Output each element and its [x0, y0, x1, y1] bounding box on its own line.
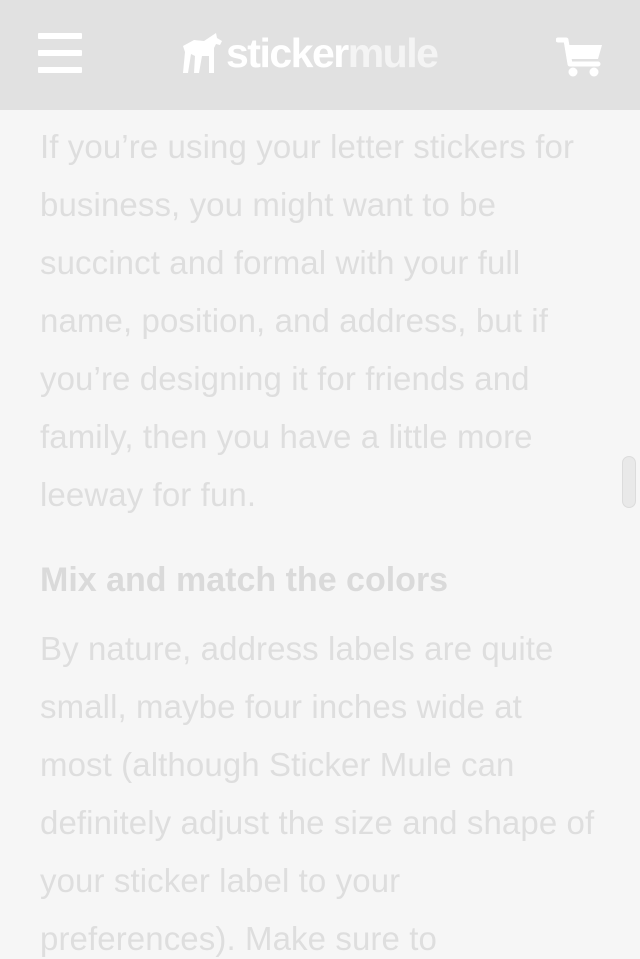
- logo-text-sticker: sticker: [226, 29, 349, 76]
- hamburger-menu-icon[interactable]: [38, 33, 82, 73]
- top-navigation-bar: stickermule: [0, 0, 640, 110]
- cart-glyph: [555, 37, 602, 77]
- shopping-cart-icon[interactable]: [555, 36, 604, 78]
- article-paragraph: By nature, address labels are quite smal…: [40, 630, 595, 957]
- mule-logo-icon: [183, 33, 222, 73]
- menu-bar-top: [38, 33, 82, 39]
- article-paragraph: If you’re using your letter stickers for…: [40, 128, 575, 513]
- sticker-mule-logo[interactable]: stickermule: [180, 28, 439, 78]
- article-content: If you’re using your letter stickers for…: [40, 118, 600, 959]
- menu-bar-middle: [38, 50, 82, 56]
- logo-wordmark: stickermule: [226, 29, 439, 76]
- scrollbar-thumb[interactable]: [622, 456, 636, 508]
- menu-bar-bottom: [38, 67, 82, 73]
- page: stickermule If you’re using your letter …: [0, 0, 640, 959]
- section-heading: Mix and match the colors: [40, 561, 449, 599]
- logo-text-mule: mule: [347, 29, 439, 76]
